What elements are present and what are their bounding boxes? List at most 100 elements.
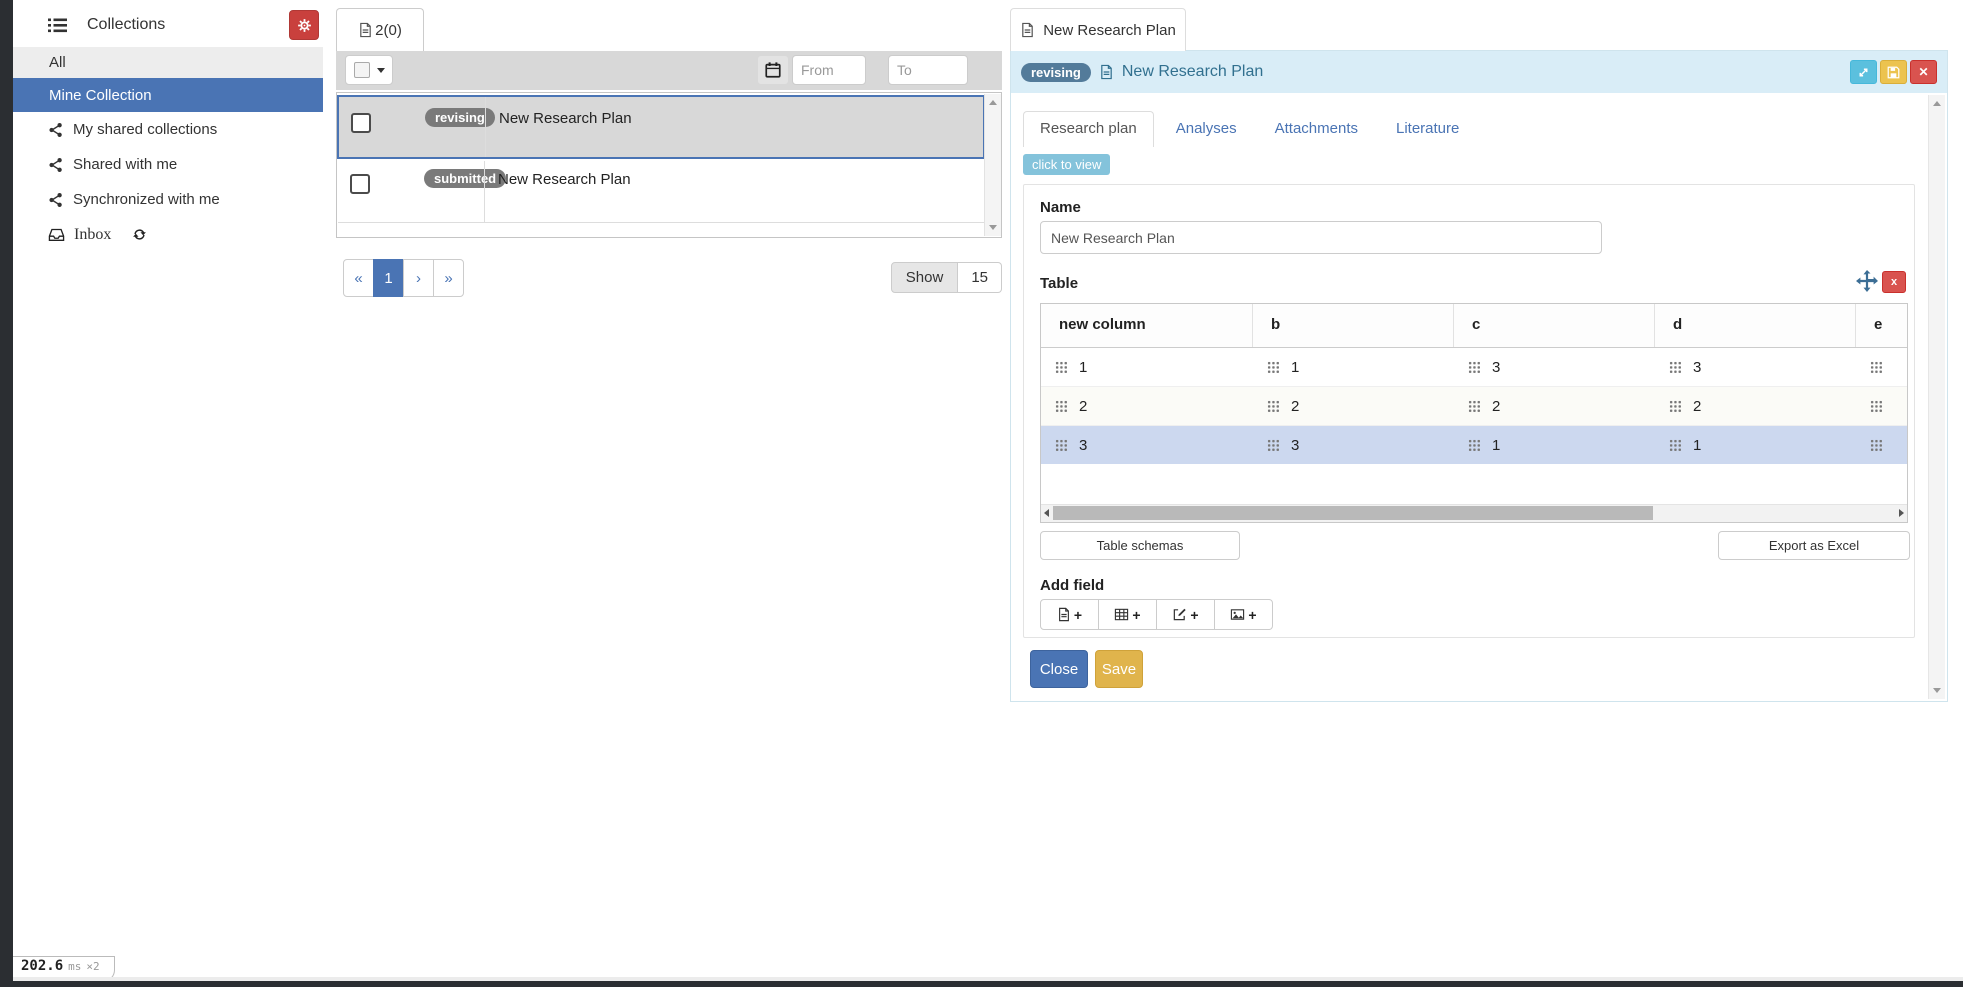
drag-handle-icon[interactable] [1468,361,1481,374]
app-root: Collections All Mine Collection My share… [0,0,1963,987]
date-from-input[interactable] [792,55,866,85]
drag-handle-icon[interactable] [1669,400,1682,413]
scroll-right-arrow-icon[interactable] [1899,509,1904,517]
tab-attachments[interactable]: Attachments [1259,111,1374,147]
window-bottom-edge [0,981,1963,987]
column-header[interactable]: new column [1041,304,1253,347]
add-text-field-button[interactable]: + [1040,599,1099,630]
plus-icon: + [1248,608,1256,622]
scroll-left-arrow-icon[interactable] [1044,509,1049,517]
save-icon-button[interactable] [1880,60,1907,84]
list-vertical-scrollbar[interactable] [984,94,1001,236]
column-header[interactable]: c [1454,304,1655,347]
column-header[interactable]: d [1655,304,1856,347]
pagination-page-1-button[interactable]: 1 [373,259,404,297]
drag-handle-icon[interactable] [1669,361,1682,374]
select-all-checkbox[interactable] [354,62,370,78]
cell-value[interactable]: 3 [1492,359,1500,376]
refresh-icon[interactable] [132,227,147,242]
tab-analyses[interactable]: Analyses [1160,111,1253,147]
add-image-field-button[interactable]: + [1214,599,1273,630]
drag-handle-icon[interactable] [1267,361,1280,374]
calendar-filter-button[interactable] [758,56,788,84]
cell-value[interactable]: 2 [1079,398,1087,415]
add-edit-field-button[interactable]: + [1156,599,1215,630]
select-all-dropdown[interactable] [345,55,393,85]
move-table-handle[interactable] [1856,270,1878,292]
click-to-view-badge[interactable]: click to view [1023,154,1110,175]
scroll-up-arrow-icon[interactable] [1933,101,1941,106]
cell-value[interactable]: 2 [1492,398,1500,415]
drag-handle-icon[interactable] [1468,400,1481,413]
drag-handle-icon[interactable] [1870,439,1883,452]
edit-icon [1172,607,1187,622]
cell-value[interactable]: 1 [1492,437,1500,454]
cell-value[interactable]: 3 [1693,359,1701,376]
sidebar-item-label: Synchronized with me [73,191,220,208]
pagination: « 1 › » [343,259,464,297]
list-item[interactable]: submitted New Research Plan [338,161,984,223]
collections-settings-button[interactable] [289,10,319,40]
sidebar-header: Collections [13,0,323,47]
profiler-unit: ms [68,960,81,973]
tab-research-plan[interactable]: Research plan [1023,111,1154,147]
documents-count-tab[interactable]: 2(0) [336,8,424,51]
drag-handle-icon[interactable] [1055,400,1068,413]
drag-handle-icon[interactable] [1870,400,1883,413]
sidebar-item-synchronized-with-me[interactable]: Synchronized with me [13,182,323,217]
show-button[interactable]: Show [891,262,959,293]
sidebar-item-mine-collection[interactable]: Mine Collection [13,78,323,112]
scroll-down-arrow-icon[interactable] [1933,688,1941,693]
list-item[interactable]: revising New Research Plan [337,95,985,159]
drag-handle-icon[interactable] [1468,439,1481,452]
drag-handle-icon[interactable] [1669,439,1682,452]
scroll-up-arrow-icon[interactable] [989,100,997,105]
column-header[interactable]: b [1253,304,1454,347]
drag-handle-icon[interactable] [1055,439,1068,452]
cell-value[interactable]: 3 [1079,437,1087,454]
cell-value[interactable]: 2 [1693,398,1701,415]
row-checkbox[interactable] [351,113,371,133]
cell-value[interactable]: 1 [1291,359,1299,376]
tab-literature[interactable]: Literature [1380,111,1475,147]
name-input[interactable] [1040,221,1602,254]
close-button[interactable]: Close [1030,650,1088,688]
table-horizontal-scrollbar[interactable] [1041,504,1907,522]
cell-value[interactable]: 1 [1079,359,1087,376]
detail-tab[interactable]: New Research Plan [1010,8,1186,51]
table-row-selected[interactable]: 3 3 1 1 [1041,426,1908,464]
save-button[interactable]: Save [1095,650,1143,688]
scrollbar-thumb[interactable] [1053,506,1653,520]
cell-value[interactable]: 1 [1693,437,1701,454]
page-size-value[interactable]: 15 [958,262,1002,293]
drag-handle-icon[interactable] [1055,361,1068,374]
export-as-excel-button[interactable]: Export as Excel [1718,531,1910,560]
sidebar-item-all[interactable]: All [13,47,323,78]
column-header[interactable]: e [1856,304,1908,347]
status-badge: revising [1021,63,1091,82]
date-to-input[interactable] [888,55,968,85]
scroll-down-arrow-icon[interactable] [989,225,997,230]
cell-value[interactable]: 3 [1291,437,1299,454]
drag-handle-icon[interactable] [1267,439,1280,452]
pagination-last-button[interactable]: » [433,259,464,297]
sidebar-item-inbox[interactable]: Inbox [13,217,323,252]
sidebar-item-shared-with-me[interactable]: Shared with me [13,147,323,182]
add-table-field-button[interactable]: + [1098,599,1157,630]
table-row[interactable]: 2 2 2 2 [1041,387,1908,426]
expand-button[interactable] [1850,60,1877,84]
calendar-icon [764,61,782,79]
table-row[interactable]: 1 1 3 3 [1041,348,1908,387]
row-checkbox[interactable] [350,174,370,194]
table-schemas-button[interactable]: Table schemas [1040,531,1240,560]
pagination-next-button[interactable]: › [403,259,434,297]
documents-count-label: 2(0) [375,22,402,39]
close-panel-button[interactable]: ✕ [1910,60,1937,84]
delete-table-button[interactable]: x [1882,271,1906,293]
cell-value[interactable]: 2 [1291,398,1299,415]
detail-vertical-scrollbar[interactable] [1928,95,1945,699]
drag-handle-icon[interactable] [1870,361,1883,374]
sidebar-item-my-shared-collections[interactable]: My shared collections [13,112,323,147]
pagination-first-button[interactable]: « [343,259,374,297]
drag-handle-icon[interactable] [1267,400,1280,413]
